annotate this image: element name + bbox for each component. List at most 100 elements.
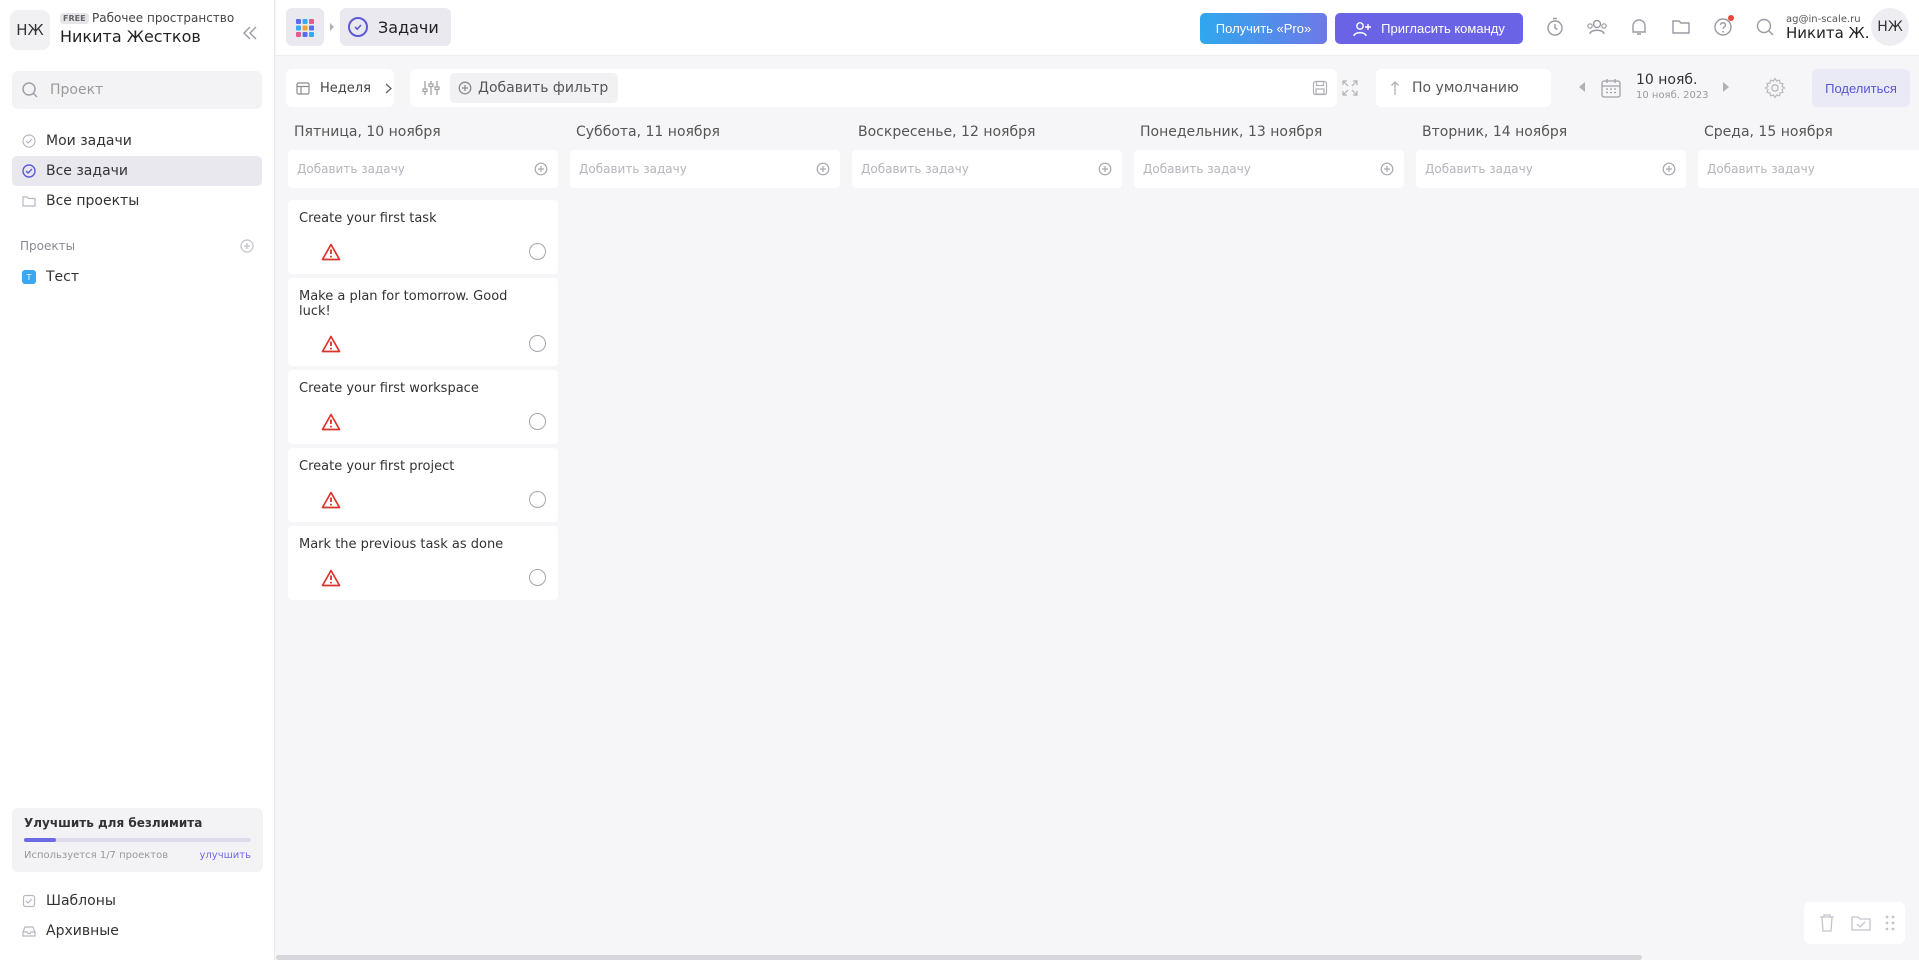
warning-icon [321,569,341,587]
project-search[interactable] [12,71,262,109]
day-column: Вторник, 14 ноября [1416,124,1686,188]
task-card[interactable]: Create your first workspace [288,370,558,444]
sidebar-project-test[interactable]: Т Тест [12,262,262,292]
task-card[interactable]: Make a plan for tomorrow. Good luck! [288,278,558,366]
add-task-input[interactable] [579,160,799,178]
breadcrumb-tasks[interactable]: Задачи [340,8,451,46]
add-task-input[interactable] [297,160,517,178]
sidebar-item-archive[interactable]: Архивные [12,917,262,945]
team-icon[interactable] [1586,16,1608,38]
expand-icon[interactable] [1342,80,1358,96]
warning-icon [321,491,341,509]
plan-badge: FREE [60,13,89,24]
add-task-input[interactable] [1143,160,1363,178]
task-complete-checkbox[interactable] [529,335,546,352]
task-card[interactable]: Mark the previous task as done [288,526,558,600]
add-filter-button[interactable]: Добавить фильтр [450,73,619,103]
task-card[interactable]: Create your first task [288,200,558,274]
sort-selector[interactable]: По умолчанию [1376,69,1551,107]
sidebar-item-all-projects[interactable]: Все проекты [12,186,262,216]
add-task-input[interactable] [1707,160,1919,178]
sidebar-item-templates[interactable]: Шаблоны [12,887,262,915]
view-selector[interactable]: Неделя [286,69,394,107]
previous-date-icon[interactable] [1578,82,1586,92]
task-title[interactable]: Make a plan for tomorrow. Good luck! [299,289,509,319]
day-column: Суббота, 11 ноября [570,124,840,188]
sort-arrow-icon [1391,81,1399,95]
task-complete-checkbox[interactable] [529,243,546,260]
search-icon[interactable] [1754,16,1776,38]
upgrade-card: Улучшить для безлимита Используется 1/7 … [12,808,263,872]
task-complete-checkbox[interactable] [529,413,546,430]
sidebar-item-all-tasks[interactable]: Все задачи [12,156,262,186]
task-title[interactable]: Mark the previous task as done [299,537,509,552]
check-circle-icon [22,164,36,178]
trash-icon[interactable] [1818,913,1836,933]
task-card[interactable]: Create your first project [288,448,558,522]
task-complete-checkbox[interactable] [529,491,546,508]
day-column: Понедельник, 13 ноября [1134,124,1404,188]
upgrade-title: Улучшить для безлимита [24,816,203,830]
add-task-icon[interactable] [1098,162,1112,176]
add-task-field[interactable] [852,150,1122,188]
current-date-full: 10 нояб. 2023 [1636,90,1709,101]
add-project-icon[interactable] [240,239,254,253]
add-task-input[interactable] [1425,160,1645,178]
add-task-icon[interactable] [1662,162,1676,176]
day-column: Среда, 15 ноября [1698,124,1919,188]
workspace-avatar[interactable]: НЖ [10,10,50,50]
filter-settings-icon[interactable] [422,80,440,96]
current-date[interactable]: 10 нояб. [1636,72,1698,88]
timer-icon[interactable] [1544,16,1566,38]
collapse-sidebar-icon[interactable] [242,26,258,40]
horizontal-scrollbar[interactable] [276,955,1642,960]
add-task-icon[interactable] [1380,162,1394,176]
task-title[interactable]: Create your first project [299,459,509,474]
day-column-title: Вторник, 14 ноября [1422,124,1568,140]
gear-icon[interactable] [1764,77,1786,99]
projects-section-label: Проекты [20,239,76,253]
save-view-icon[interactable] [1312,80,1328,96]
add-task-field[interactable] [1698,150,1919,188]
upgrade-link[interactable]: улучшить [199,850,251,861]
project-usage-text: Используется 1/7 проектов [24,850,169,861]
sidebar-item-label: Архивные [46,923,119,939]
page-title: Задачи [378,17,439,37]
add-task-field[interactable] [1134,150,1404,188]
task-complete-checkbox[interactable] [529,569,546,586]
calendar-icon[interactable] [1600,77,1622,99]
drag-handle-icon[interactable] [1884,913,1896,933]
add-task-field[interactable] [570,150,840,188]
filter-bar: Добавить фильтр [410,69,1358,107]
folder-check-icon[interactable] [1850,913,1872,933]
bell-icon[interactable] [1628,16,1650,38]
next-date-icon[interactable] [1722,82,1730,92]
quick-actions-tray [1804,902,1905,944]
add-task-input[interactable] [861,160,1081,178]
warning-icon [321,413,341,431]
day-column: Воскресенье, 12 ноября [852,124,1122,188]
task-title[interactable]: Create your first task [299,211,509,226]
top-header: Задачи Получить «Pro» Пригласить команду… [276,0,1919,56]
apps-grid-button[interactable] [286,8,324,46]
project-search-input[interactable] [50,80,250,100]
day-column-title: Суббота, 11 ноября [576,124,720,140]
user-avatar[interactable]: НЖ [1871,8,1909,46]
add-task-field[interactable] [1416,150,1686,188]
sort-label: По умолчанию [1412,80,1519,96]
folder-icon[interactable] [1670,16,1692,38]
add-task-icon[interactable] [816,162,830,176]
share-button[interactable]: Поделиться [1812,69,1910,107]
sidebar-item-label: Мои задачи [46,133,132,149]
task-title[interactable]: Create your first workspace [299,381,509,396]
add-task-field[interactable] [288,150,558,188]
calendar-view-icon [296,82,310,95]
workspace-owner-name[interactable]: Никита Жестков [60,27,201,46]
add-task-icon[interactable] [534,162,548,176]
invite-team-button[interactable]: Пригласить команду [1335,13,1523,44]
workspace-header[interactable]: НЖ FREE Рабочее пространство Никита Жест… [10,10,265,50]
sidebar-item-label: Все проекты [46,193,140,209]
sidebar-item-my-tasks[interactable]: Мои задачи [12,126,262,156]
get-pro-button[interactable]: Получить «Pro» [1200,13,1327,44]
user-name[interactable]: Никита Ж. [1786,24,1869,42]
